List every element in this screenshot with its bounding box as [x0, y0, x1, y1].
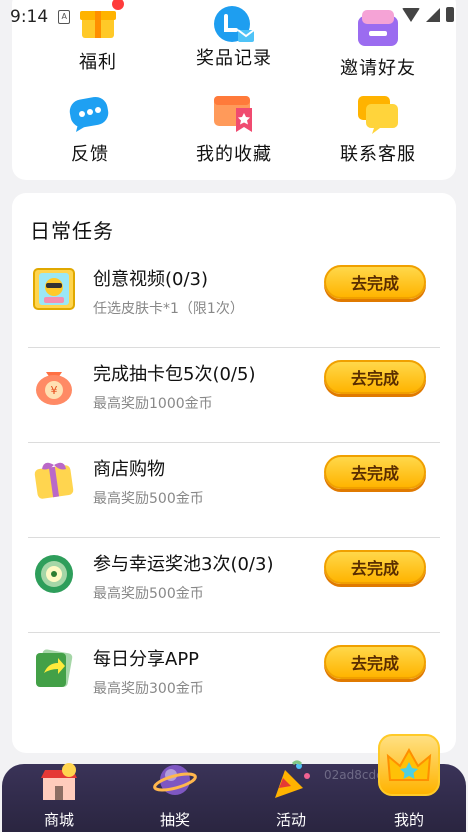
task-reward: 任选皮肤卡*1（限1次） — [93, 301, 244, 317]
grid-label-customer-service: 联系客服 — [340, 144, 416, 165]
nav-item-mine[interactable]: 我的 — [364, 734, 454, 832]
task-reward: 最高奖励500金币 — [93, 586, 204, 602]
nav-label: 抽奖 — [159, 811, 190, 829]
planet-icon — [153, 758, 197, 802]
creative-video-icon — [32, 267, 76, 311]
task-name: 完成抽卡包5次(0/5) — [93, 364, 256, 385]
money-bag-icon: ¥ — [32, 362, 76, 406]
grid-label-invite-friends: 邀请好友 — [340, 58, 416, 79]
status-indicators — [402, 7, 454, 22]
task-row: ¥ 完成抽卡包5次(0/5) 最高奖励1000金币 去完成 — [28, 348, 440, 443]
go-complete-button[interactable]: 去完成 — [324, 645, 426, 679]
task-row: 创意视频(0/3) 任选皮肤卡*1（限1次） 去完成 — [28, 253, 440, 348]
share-icon — [32, 647, 76, 691]
go-complete-button[interactable]: 去完成 — [324, 265, 426, 299]
nav-item-lottery[interactable]: 抽奖 — [130, 764, 220, 832]
task-name: 参与幸运奖池3次(0/3) — [93, 554, 274, 575]
wifi-icon — [402, 7, 420, 22]
daily-tasks-card: 日常任务 创意视频(0/3) 任选皮肤卡*1（限1次） 去完成 ¥ 完成抽卡包5… — [12, 193, 456, 753]
grid-label-feedback: 反馈 — [71, 144, 109, 165]
go-complete-button[interactable]: 去完成 — [324, 550, 426, 584]
task-row: 商店购物 最高奖励500金币 去完成 — [28, 443, 440, 538]
shop-gift-icon — [32, 457, 76, 501]
grid-label-favorites: 我的收藏 — [196, 144, 272, 165]
grid-item-feedback[interactable]: 反馈 — [20, 94, 160, 166]
crown-icon — [378, 734, 440, 796]
task-row: 参与幸运奖池3次(0/3) 最高奖励500金币 去完成 — [28, 538, 440, 633]
task-row: 每日分享APP 最高奖励300金币 去完成 — [28, 633, 440, 728]
party-popper-icon — [269, 758, 313, 802]
go-complete-button[interactable]: 去完成 — [324, 455, 426, 489]
status-bar: 9:14 A — [0, 0, 468, 34]
favorites-icon — [212, 94, 256, 134]
task-reward: 最高奖励1000金币 — [93, 396, 213, 412]
nav-item-activity[interactable]: 活动 — [246, 760, 336, 832]
store-icon — [37, 760, 81, 804]
bottom-nav: 商城 抽奖 活动 02ad8cdc 我的 — [2, 734, 466, 832]
feedback-chat-icon — [68, 94, 112, 134]
task-name: 商店购物 — [93, 459, 165, 480]
customer-service-icon — [356, 94, 400, 134]
go-complete-button[interactable]: 去完成 — [324, 360, 426, 394]
signal-icon — [426, 7, 440, 22]
task-reward: 最高奖励500金币 — [93, 491, 204, 507]
battery-icon — [446, 7, 454, 22]
grid-item-customer-service[interactable]: 联系客服 — [308, 94, 448, 166]
status-time: 9:14 — [10, 7, 49, 27]
nav-label: 商城 — [43, 811, 74, 829]
task-name: 创意视频(0/3) — [93, 269, 209, 290]
nav-label: 活动 — [275, 811, 306, 829]
lucky-pool-icon — [32, 552, 76, 596]
task-name: 每日分享APP — [93, 649, 200, 670]
nav-label: 我的 — [393, 811, 424, 829]
svg-text:¥: ¥ — [51, 384, 58, 397]
grid-item-favorites[interactable]: 我的收藏 — [164, 94, 304, 166]
grid-label-welfare: 福利 — [79, 52, 117, 73]
sim-icon: A — [58, 10, 71, 24]
grid-label-prize-record: 奖品记录 — [196, 48, 272, 69]
daily-tasks-title: 日常任务 — [30, 219, 114, 243]
task-reward: 最高奖励300金币 — [93, 681, 204, 697]
nav-item-store[interactable]: 商城 — [14, 763, 104, 832]
